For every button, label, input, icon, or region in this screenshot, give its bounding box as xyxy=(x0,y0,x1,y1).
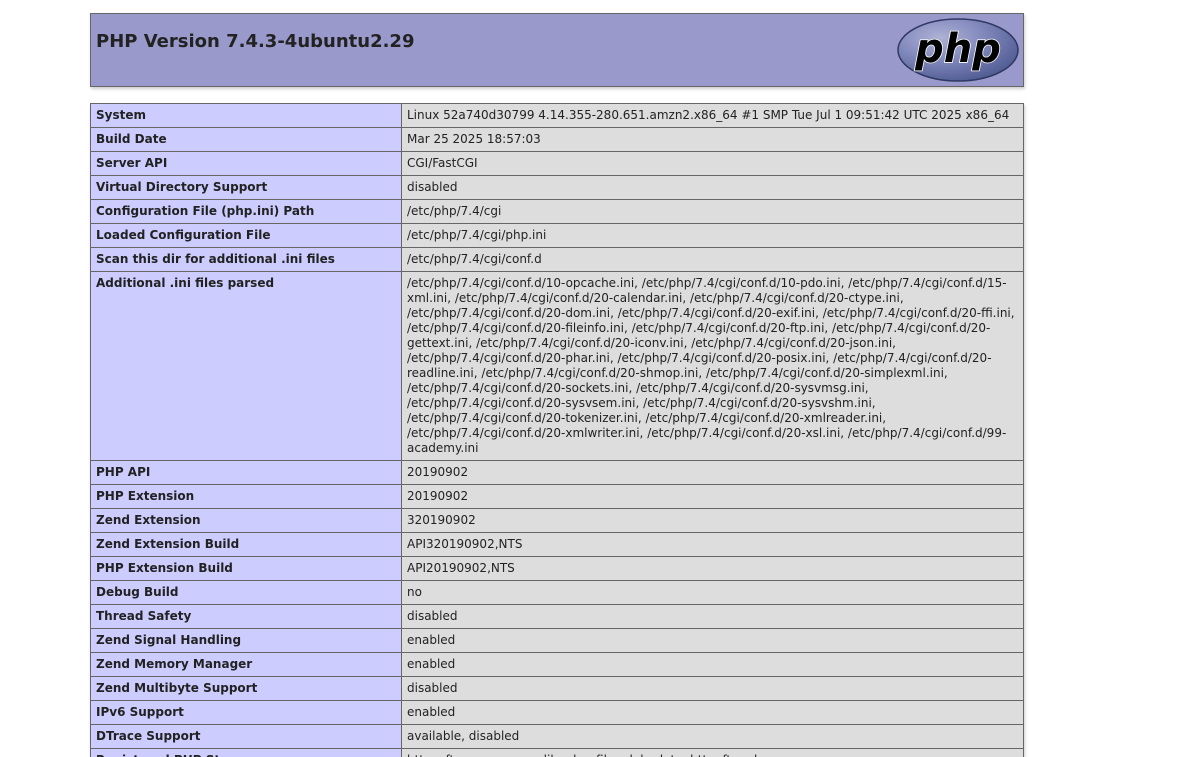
row-value: https, ftps, compress.zlib, php, file, g… xyxy=(401,748,1024,757)
table-row: Virtual Directory Support disabled xyxy=(90,175,1024,200)
table-row: Configuration File (php.ini) Path/etc/ph… xyxy=(90,199,1024,224)
row-value: 320190902 xyxy=(401,508,1024,533)
php-version-header: PHP Version 7.4.3-4ubuntu2.29 php xyxy=(90,13,1024,87)
row-label: Virtual Directory Support xyxy=(90,175,402,200)
row-value: /etc/php/7.4/cgi xyxy=(401,199,1024,224)
row-label: Thread Safety xyxy=(90,604,402,629)
row-label: Scan this dir for additional .ini files xyxy=(90,247,402,272)
row-value: CGI/FastCGI xyxy=(401,151,1024,176)
row-value: 20190902 xyxy=(401,484,1024,509)
row-value: /etc/php/7.4/cgi/conf.d xyxy=(401,247,1024,272)
table-row: Build Date Mar 25 2025 18:57:03 xyxy=(90,127,1024,152)
row-value: 20190902 xyxy=(401,460,1024,485)
php-logo-text: php xyxy=(914,26,1001,72)
row-label: Server API xyxy=(90,151,402,176)
row-value: available, disabled xyxy=(401,724,1024,749)
page-title: PHP Version 7.4.3-4ubuntu2.29 xyxy=(96,31,415,52)
table-row: System Linux 52a740d30799 4.14.355-280.65… xyxy=(90,103,1024,128)
row-value: no xyxy=(401,580,1024,605)
table-row: Thread Safety disabled xyxy=(90,604,1024,629)
row-label: Registered PHP Streams xyxy=(90,748,402,757)
table-row: Zend Multibyte Support disabled xyxy=(90,676,1024,701)
row-label: Zend Memory Manager xyxy=(90,652,402,677)
row-label: System xyxy=(90,103,402,128)
table-row: Server API CGI/FastCGI xyxy=(90,151,1024,176)
row-label: Build Date xyxy=(90,127,402,152)
row-label: IPv6 Support xyxy=(90,700,402,725)
table-row: IPv6 Support enabled xyxy=(90,700,1024,725)
row-value: enabled xyxy=(401,628,1024,653)
table-row: Additional .ini files parsed/etc/php/7.4… xyxy=(90,271,1024,461)
row-label: Loaded Configuration File xyxy=(90,223,402,248)
row-label: Zend Signal Handling xyxy=(90,628,402,653)
row-value: API320190902,NTS xyxy=(401,532,1024,557)
row-value: Linux 52a740d30799 4.14.355-280.651.amzn… xyxy=(401,103,1024,128)
table-row: Debug Build no xyxy=(90,580,1024,605)
table-row: Loaded Configuration File/etc/php/7.4/cg… xyxy=(90,223,1024,248)
row-label: PHP Extension xyxy=(90,484,402,509)
row-label: Zend Extension Build xyxy=(90,532,402,557)
php-logo-icon[interactable]: php xyxy=(897,18,1019,82)
table-row: Zend Extension Build API320190902,NTS xyxy=(90,532,1024,557)
row-label: PHP API xyxy=(90,460,402,485)
table-row: Zend Memory Manager enabled xyxy=(90,652,1024,677)
row-value: enabled xyxy=(401,652,1024,677)
row-value: /etc/php/7.4/cgi/php.ini xyxy=(401,223,1024,248)
table-row: Scan this dir for additional .ini files /… xyxy=(90,247,1024,272)
row-value: Mar 25 2025 18:57:03 xyxy=(401,127,1024,152)
row-value: disabled xyxy=(401,676,1024,701)
row-value: disabled xyxy=(401,175,1024,200)
row-label: PHP Extension Build xyxy=(90,556,402,581)
row-value: API20190902,NTS xyxy=(401,556,1024,581)
table-row: PHP Extension 20190902 xyxy=(90,484,1024,509)
row-label: Zend Extension xyxy=(90,508,402,533)
table-row: PHP API 20190902 xyxy=(90,460,1024,485)
table-row: Registered PHP Streamshttps, ftps, compr… xyxy=(90,748,1024,757)
row-label: Additional .ini files parsed xyxy=(90,271,402,461)
table-row: PHP Extension Build API20190902,NTS xyxy=(90,556,1024,581)
row-value: enabled xyxy=(401,700,1024,725)
table-row: Zend Signal Handling enabled xyxy=(90,628,1024,653)
row-value: disabled xyxy=(401,604,1024,629)
php-info-table: System Linux 52a740d30799 4.14.355-280.65… xyxy=(90,103,1024,757)
row-label: Debug Build xyxy=(90,580,402,605)
row-label: DTrace Support xyxy=(90,724,402,749)
row-label: Configuration File (php.ini) Path xyxy=(90,199,402,224)
row-label: Zend Multibyte Support xyxy=(90,676,402,701)
table-row: Zend Extension 320190902 xyxy=(90,508,1024,533)
table-row: DTrace Support available, disabled xyxy=(90,724,1024,749)
row-value: /etc/php/7.4/cgi/conf.d/10-opcache.ini, … xyxy=(401,271,1024,461)
